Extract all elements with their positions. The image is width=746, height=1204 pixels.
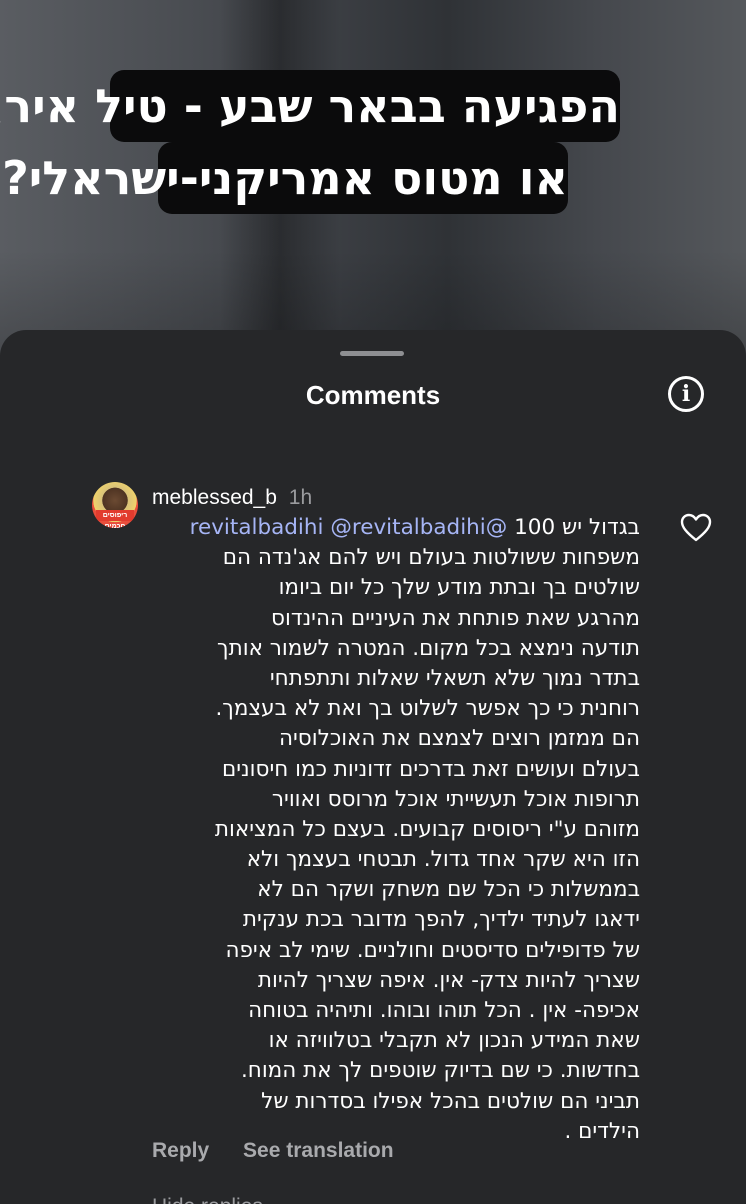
comment-line: תודעה נימצא בכל מקום. המטרה לשמור אותך xyxy=(217,635,640,661)
comment-text: בגדול יש 100 xyxy=(514,515,640,540)
sheet-title: Comments xyxy=(305,380,441,410)
comment-line: ידאגו לעתיד ילדיך, להפך מדובר בכת ענקית xyxy=(242,907,640,933)
mention-link[interactable]: @revitalbadihi xyxy=(330,515,485,540)
comment-line: בממשלות כי הכל שם משחק ושקר הם לא xyxy=(257,877,640,903)
avatar-badge: ריפוסים חכמים xyxy=(96,510,134,528)
comment-line: בחדשות. כי שם בדיוק שוטפים לך את המוח. xyxy=(240,1058,640,1084)
caption-line: או מטוס אמריקני-ישראלי? xyxy=(2,142,568,214)
heart-icon[interactable] xyxy=(680,513,712,543)
comment-line: בעולם ועושים זאת בדרכים זדוניות כמו חיסו… xyxy=(221,756,640,782)
comment-line: תביני הם שולטים בהכל אפילו בסדרות של xyxy=(261,1088,640,1114)
hide-replies-button[interactable]: Hide replies xyxy=(152,1192,263,1204)
comment-header: meblessed_b 1h xyxy=(152,483,312,513)
video-caption: הפגיעה בבאר שבע - טיל איראני או מטוס אמר… xyxy=(0,70,620,218)
comment-line: תרופות אוכל תעשייתי אוכל מרוסס ואוויר xyxy=(271,786,640,812)
comment-line: בתדר נמוך שלא תשאלי שאלות ותתפתחי xyxy=(269,665,640,691)
comment-line: אכיפה- אין . הכל תוהו ובוהו. ותיהיה בטוח… xyxy=(248,998,640,1023)
comment-body: בגדול יש 100 @revitalbadihi @revitalbadi… xyxy=(150,513,640,1147)
comment-line: מהרגע שאת פותחת את העיניים ההינדוס xyxy=(271,605,640,631)
comment-line: של פדופילים סדיסטים וחולניים. שימי לב אי… xyxy=(225,937,640,963)
info-icon[interactable]: i xyxy=(668,376,704,412)
comment-line: שצריך להיות צדק- אין. איפה שצריך להיות xyxy=(257,967,640,993)
comment-line: בגדול יש 100 @revitalbadihi @revitalbadi… xyxy=(150,513,640,543)
sheet-drag-handle[interactable] xyxy=(340,351,404,356)
comment-line: שולטים בך ובתת מודע שלך כל יום ביומו xyxy=(278,575,640,601)
comment-line: רוחנית כי כך אפשר לשלוט בך ואת לא בעצמך. xyxy=(215,696,640,722)
reply-button[interactable]: Reply xyxy=(152,1139,209,1162)
comment-username[interactable]: meblessed_b xyxy=(152,486,277,509)
comment-line: משפחות ששולטות בעולם ויש להם אג'נדה הם xyxy=(222,545,640,571)
caption-line: הפגיעה בבאר שבע - טיל איראני xyxy=(0,70,620,142)
comment-time: 1h xyxy=(288,486,313,509)
comment-actions: Reply See translation xyxy=(152,1136,394,1166)
see-translation-button[interactable]: See translation xyxy=(243,1139,394,1162)
comment-line: מזוהם ע"י ריסוסים קבועים. בעצם כל המציאו… xyxy=(214,816,640,842)
comment-line: שאת המידע הנכון לא תקבלי בטלוויזה או xyxy=(268,1028,640,1054)
comments-sheet: Comments i ריפוסים חכמים meblessed_b 1h … xyxy=(0,330,746,1204)
video-background: הפגיעה בבאר שבע - טיל איראני או מטוס אמר… xyxy=(0,0,746,380)
comment-line: הם ממזמן רוצים לצמצם את האוכלוסיה xyxy=(278,726,640,752)
comment-line: הזו היא שקר אחד גדול. תבטחי בעצמך ולא xyxy=(246,847,640,873)
avatar[interactable]: ריפוסים חכמים xyxy=(92,482,138,528)
